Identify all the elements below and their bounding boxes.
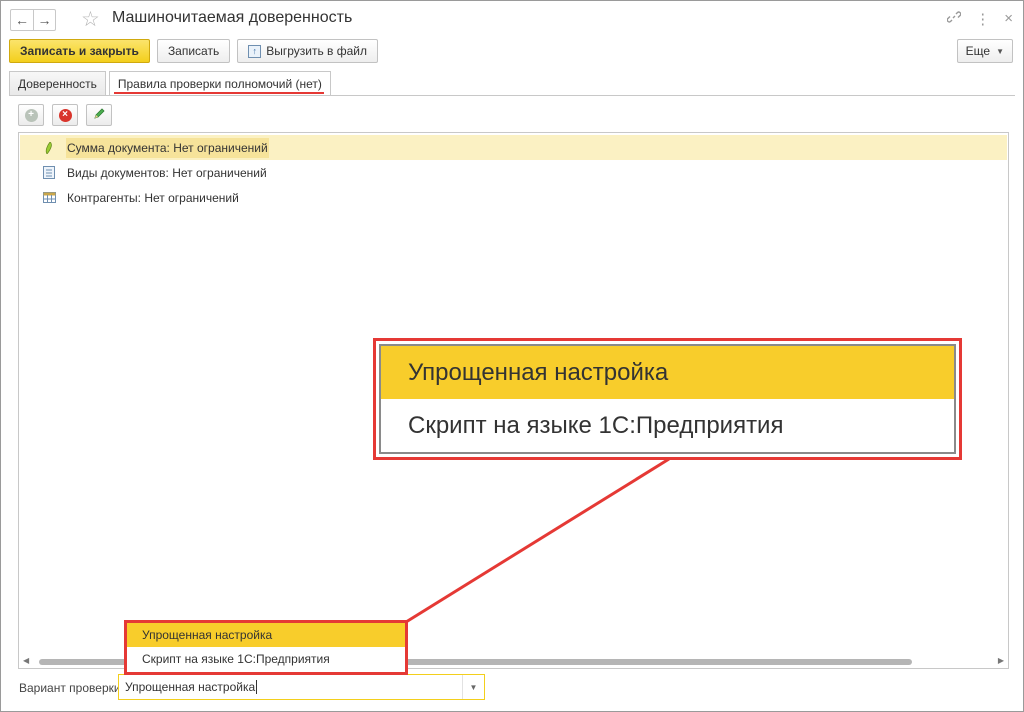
tab-authority-check-rules-label: Правила проверки полномочий (нет) — [117, 77, 322, 91]
export-to-file-button[interactable]: ↑ Выгрузить в файл — [237, 39, 379, 63]
zoom-option-simplified: Упрощенная настройка — [381, 346, 954, 399]
delete-icon: × — [58, 108, 72, 122]
list-item-label: Сумма документа: Нет ограничений — [66, 137, 269, 158]
amount-icon — [42, 141, 56, 155]
tab-bar: Доверенность Правила проверки полномочий… — [9, 71, 331, 96]
variant-dropdown-list: Упрощенная настройка Скрипт на языке 1С:… — [124, 620, 408, 675]
zoomed-dropdown-callout: Упрощенная настройка Скрипт на языке 1С:… — [373, 338, 962, 460]
scroll-left-icon[interactable]: ◀ — [23, 656, 29, 665]
dropdown-option-simplified[interactable]: Упрощенная настройка — [127, 623, 405, 647]
more-button-label: Еще — [965, 44, 991, 58]
dropdown-arrow-icon[interactable]: ▼ — [462, 675, 484, 699]
list-item[interactable]: Виды документов: Нет ограничений — [20, 160, 1007, 185]
window-title: Машиночитаемая доверенность — [112, 9, 353, 26]
save-and-close-button[interactable]: Записать и закрыть — [9, 39, 150, 63]
save-button[interactable]: Записать — [156, 39, 231, 63]
app-window: ← → ☆ Машиночитаемая доверенность ⋮ × За… — [0, 0, 1024, 712]
list-item-label: Контрагенты: Нет ограничений — [67, 190, 239, 205]
rules-toolbar: + × — [18, 104, 112, 126]
scroll-right-icon[interactable]: ▶ — [998, 656, 1004, 665]
table-icon — [42, 191, 56, 205]
link-icon[interactable] — [946, 10, 962, 28]
main-toolbar: Записать и закрыть Записать ↑ Выгрузить … — [9, 39, 379, 63]
favorite-star-icon[interactable]: ☆ — [81, 7, 100, 32]
zoomed-dropdown-list: Упрощенная настройка Скрипт на языке 1С:… — [379, 344, 956, 454]
back-arrow-icon[interactable]: ← — [11, 10, 33, 30]
plus-icon: + — [24, 108, 38, 122]
delete-rule-button[interactable]: × — [52, 104, 78, 126]
forward-arrow-icon[interactable]: → — [33, 10, 55, 30]
tab-authority-check-rules[interactable]: Правила проверки полномочий (нет) — [108, 71, 331, 96]
chevron-down-icon: ▼ — [996, 46, 1004, 56]
tab-highlight-underline — [113, 92, 324, 94]
edit-rule-button[interactable] — [86, 104, 112, 126]
add-rule-button[interactable]: + — [18, 104, 44, 126]
tab-power-of-attorney[interactable]: Доверенность — [9, 71, 106, 95]
more-vertical-icon[interactable]: ⋮ — [975, 10, 990, 28]
more-button[interactable]: Еще ▼ — [956, 39, 1013, 63]
navigation-buttons: ← → — [10, 9, 56, 31]
tab-divider — [9, 95, 1015, 96]
list-item[interactable]: Сумма документа: Нет ограничений — [20, 135, 1007, 160]
list-item-label: Виды документов: Нет ограничений — [67, 165, 267, 180]
list-item[interactable]: Контрагенты: Нет ограничений — [20, 185, 1007, 210]
pencil-icon — [93, 107, 106, 123]
export-button-label: Выгрузить в файл — [266, 44, 368, 58]
close-icon[interactable]: × — [1004, 10, 1013, 28]
dropdown-option-script[interactable]: Скрипт на языке 1С:Предприятия — [127, 647, 405, 671]
check-variant-label: Вариант проверки: — [19, 681, 124, 695]
export-file-icon: ↑ — [248, 44, 262, 58]
document-icon — [42, 166, 56, 180]
check-variant-select[interactable]: Упрощенная настройка ▼ — [118, 674, 485, 700]
window-controls: ⋮ × — [946, 10, 1013, 28]
zoom-option-script: Скрипт на языке 1С:Предприятия — [408, 411, 784, 439]
title-bar: ← → ☆ Машиночитаемая доверенность ⋮ × — [1, 1, 1023, 37]
check-variant-value: Упрощенная настройка — [125, 680, 258, 694]
